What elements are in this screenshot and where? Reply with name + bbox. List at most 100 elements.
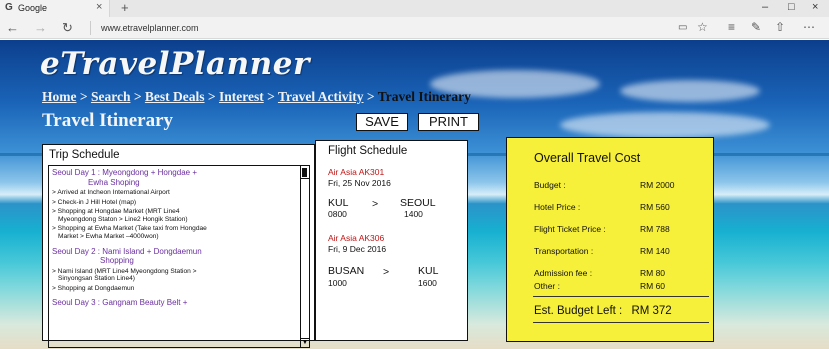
- scroll-up-button[interactable]: [301, 166, 309, 179]
- cloud-decoration: [560, 112, 770, 138]
- cost-value: RM 60: [640, 281, 666, 291]
- cost-label: Hotel Price :: [534, 202, 581, 212]
- breadcrumb-best-deals[interactable]: Best Deals: [145, 89, 205, 104]
- cost-value: RM 140: [640, 246, 670, 256]
- airline-label: Air Asia AK301: [328, 167, 385, 177]
- list-item: Myeongdong Staton > Line2 Hongik Station…: [58, 215, 188, 223]
- travel-cost-title: Overall Travel Cost: [534, 151, 641, 165]
- route-arrow: >: [372, 198, 379, 210]
- window-maximize-icon[interactable]: □: [788, 1, 795, 13]
- list-item: Market > Ewha Market –4000won): [58, 232, 159, 240]
- day-heading[interactable]: Seoul Day 1 : Myeongdong + Hongdae + Ewh…: [52, 168, 290, 187]
- google-favicon-icon: G: [5, 2, 13, 13]
- web-note-icon[interactable]: ✎: [751, 20, 761, 34]
- budget-left: Est. Budget Left : RM 372: [534, 305, 672, 317]
- breadcrumb-separator: >: [363, 89, 378, 104]
- day-heading-line: Seoul Day 1 : Myeongdong + Hongdae +: [52, 168, 197, 177]
- breadcrumb-interest[interactable]: Interest: [219, 89, 264, 104]
- breadcrumb-current: Travel Itinerary: [377, 89, 471, 104]
- address-bar: ← → ↻ www.etravelplanner.com ▭ ☆ ≡ ✎ ⇧ ⋯: [0, 17, 829, 39]
- list-item: > Shopping at Ewha Market (Take taxi fro…: [52, 225, 207, 233]
- breadcrumb-separator: >: [76, 89, 91, 104]
- trip-schedule-panel: Trip Schedule Seoul Day 1 : Myeongdong +…: [42, 144, 315, 348]
- reading-view-icon[interactable]: ▭: [678, 22, 687, 33]
- cost-value: RM 788: [640, 224, 670, 234]
- day-heading[interactable]: Seoul Day 2 : Nami Island + Dongdaemun S…: [52, 247, 290, 266]
- flight-schedule-title: Flight Schedule: [328, 145, 408, 157]
- site-logo[interactable]: eTravelPlanner: [40, 46, 310, 82]
- day-heading-line: Shopping: [100, 256, 134, 266]
- cost-label: Admission fee :: [534, 268, 593, 278]
- share-icon[interactable]: ⇧: [775, 20, 785, 34]
- save-button[interactable]: SAVE: [356, 113, 408, 131]
- destination-city: KUL: [418, 265, 439, 277]
- cost-label: Flight Ticket Price :: [534, 224, 606, 234]
- favorite-star-icon[interactable]: ☆: [697, 20, 708, 34]
- trip-schedule-title: Trip Schedule: [49, 149, 120, 161]
- breadcrumb-home[interactable]: Home: [42, 89, 77, 104]
- flight-date: Fri, 25 Nov 2016: [328, 178, 391, 188]
- breadcrumb-separator: >: [130, 89, 145, 104]
- page-body: eTravelPlanner Home > Search > Best Deal…: [0, 40, 829, 349]
- day-heading-line: Ewha Shoping: [88, 177, 140, 187]
- cost-row-budget: Budget : RM 2000: [534, 180, 714, 190]
- print-button[interactable]: PRINT: [418, 113, 479, 131]
- destination-city: SEOUL: [400, 197, 436, 209]
- window-close-icon[interactable]: ×: [812, 1, 818, 13]
- flight-schedule-panel: Flight Schedule Air Asia AK301 Fri, 25 N…: [315, 140, 468, 341]
- origin-city: BUSAN: [328, 265, 365, 277]
- cost-value: RM 2000: [640, 180, 675, 190]
- cost-value: RM 560: [640, 202, 670, 212]
- tab-title: Google: [18, 3, 48, 13]
- new-tab-icon[interactable]: +: [121, 0, 129, 15]
- airline-label: Air Asia AK306: [328, 233, 385, 243]
- list-item: > Nami Island (MRT Line4 Myeongdong Stat…: [52, 267, 197, 275]
- trip-schedule-list[interactable]: Seoul Day 1 : Myeongdong + Hongdae + Ewh…: [48, 165, 310, 348]
- breadcrumb-separator: >: [204, 89, 219, 104]
- browser-tab-bar: G Google × + – □ ×: [0, 0, 829, 17]
- cost-label: Transportation :: [534, 246, 594, 256]
- refresh-icon[interactable]: ↻: [62, 20, 73, 36]
- list-item: > Arrived at Incheon International Airpo…: [52, 189, 170, 196]
- trip-schedule-content: Seoul Day 1 : Myeongdong + Hongdae + Ewh…: [52, 168, 290, 310]
- budget-left-label: Est. Budget Left :: [534, 305, 623, 317]
- arrival-time: 1400: [404, 209, 423, 219]
- window-minimize-icon[interactable]: –: [762, 1, 768, 13]
- cost-row-transportation: Transportation : RM 140: [534, 246, 714, 256]
- cost-row-other: Other : RM 60: [534, 281, 714, 291]
- departure-time: 1000: [328, 278, 347, 288]
- breadcrumb: Home > Search > Best Deals > Interest > …: [42, 89, 471, 105]
- day-heading[interactable]: Seoul Day 3 : Gangnam Beauty Belt +: [52, 298, 290, 308]
- cost-row-hotel: Hotel Price : RM 560: [534, 202, 714, 212]
- travel-cost-panel: Overall Travel Cost Budget : RM 2000 Hot…: [506, 137, 714, 342]
- scroll-thumb[interactable]: [302, 168, 307, 177]
- list-item: > Shopping at Dongdaemun: [52, 284, 135, 292]
- flight-date: Fri, 9 Dec 2016: [328, 244, 387, 254]
- origin-city: KUL: [328, 197, 349, 209]
- breadcrumb-travel-activity[interactable]: Travel Activity: [278, 89, 364, 104]
- breadcrumb-search[interactable]: Search: [91, 89, 131, 104]
- list-item: > Check-in J Hill Hotel (map): [52, 198, 137, 206]
- page-title: Travel Itinerary: [42, 110, 174, 131]
- scroll-down-icon[interactable]: ▼: [301, 338, 309, 347]
- day-heading-line: Seoul Day 2 : Nami Island + Dongdaemun: [52, 246, 202, 256]
- url-field[interactable]: www.etravelplanner.com: [101, 23, 199, 33]
- forward-arrow-icon[interactable]: →: [34, 20, 47, 35]
- breadcrumb-separator: >: [263, 89, 278, 104]
- budget-left-value: RM 372: [631, 305, 672, 317]
- more-icon[interactable]: ⋯: [803, 20, 815, 34]
- cost-divider-bottom: [533, 322, 709, 323]
- cost-divider: [533, 296, 709, 297]
- tab-close-icon[interactable]: ×: [96, 1, 102, 13]
- list-item: Sinyongsan Station Line4): [58, 275, 135, 283]
- cost-row-admission: Admission fee : RM 80: [534, 268, 714, 278]
- hub-icon[interactable]: ≡: [728, 20, 735, 34]
- cost-label: Other :: [534, 281, 560, 291]
- departure-time: 0800: [328, 209, 347, 219]
- cost-value: RM 80: [640, 268, 666, 278]
- cost-row-flight: Flight Ticket Price : RM 788: [534, 224, 714, 234]
- scrollbar[interactable]: ▼: [300, 166, 309, 347]
- back-arrow-icon[interactable]: ←: [6, 20, 19, 35]
- cloud-decoration: [620, 80, 760, 102]
- browser-tab[interactable]: G Google ×: [0, 0, 110, 17]
